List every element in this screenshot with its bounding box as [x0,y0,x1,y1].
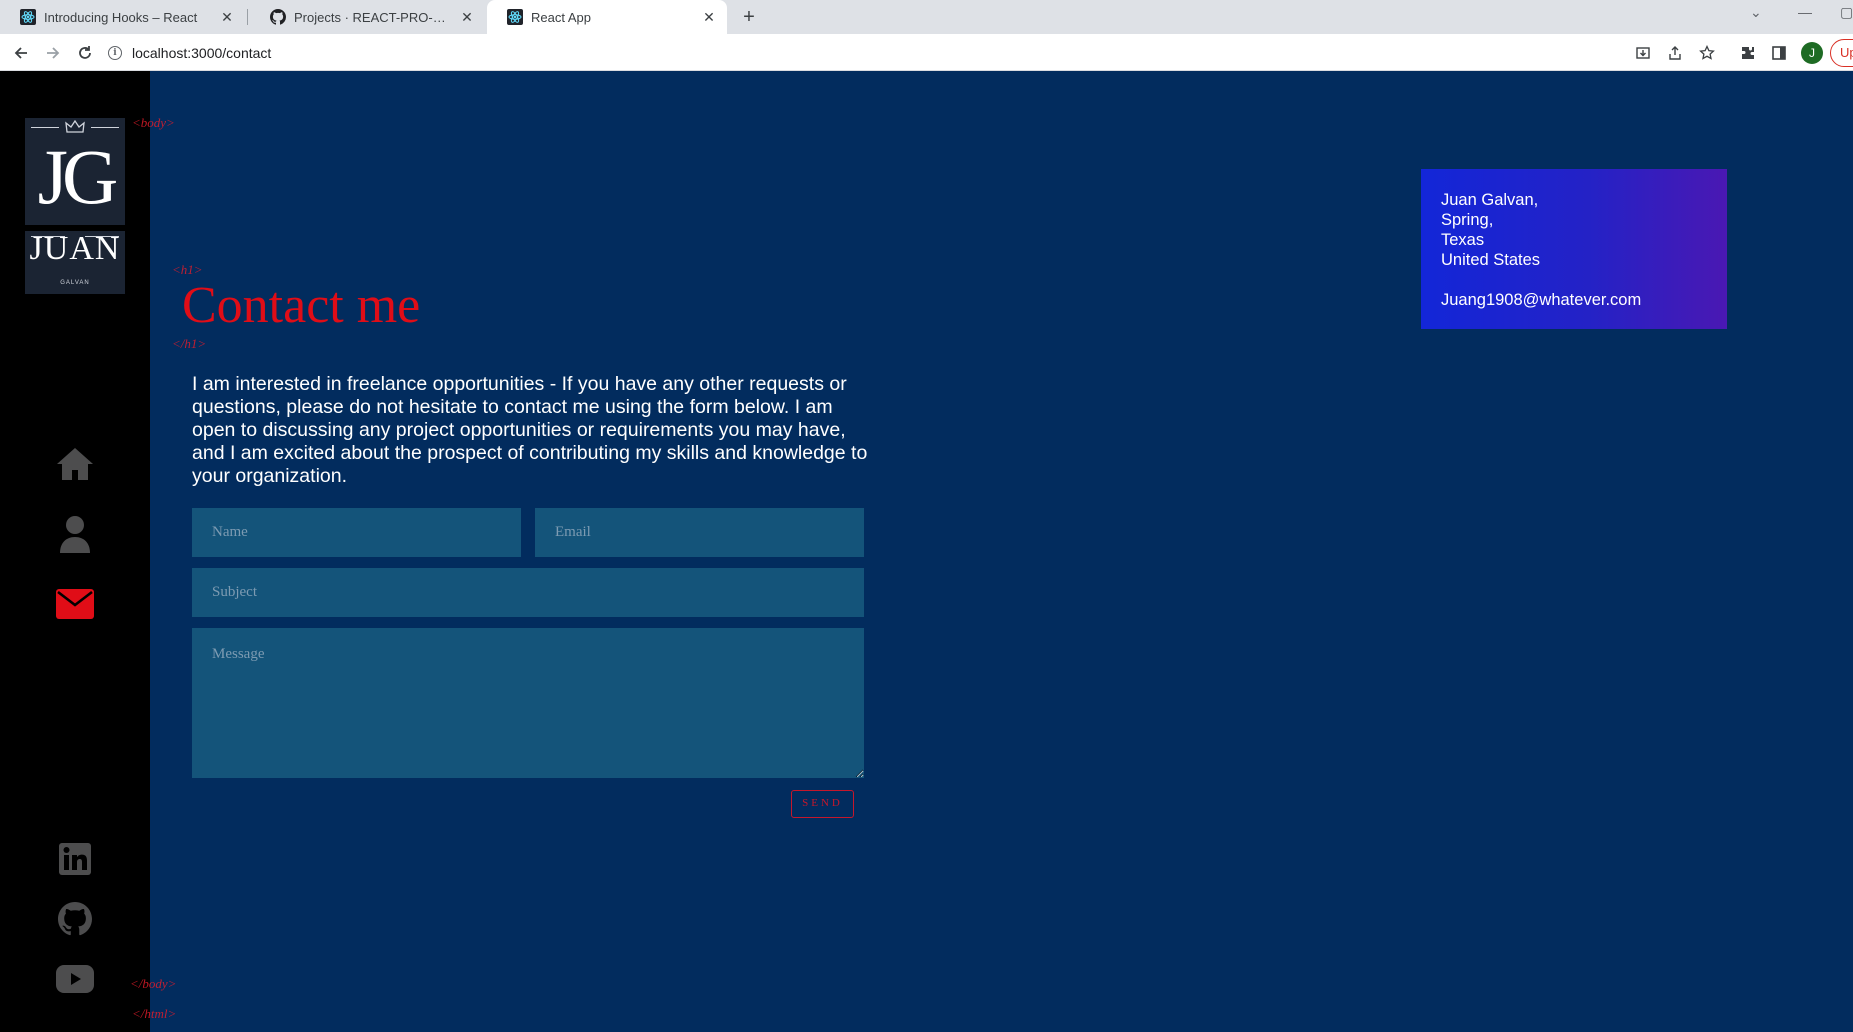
browser-tabstrip: Introducing Hooks – React ✕ Projects · R… [0,0,1853,34]
react-favicon-icon [507,9,523,25]
close-tab-icon[interactable]: ✕ [701,9,717,25]
html-close-tag: </html> [132,1006,177,1021]
logo[interactable]: JG JUAN GALVAN [25,118,125,294]
nav-about[interactable] [54,513,96,555]
logo-rule [31,127,59,128]
bookmark-star-icon[interactable] [1696,42,1718,64]
tab-search-icon[interactable]: ⌄ [1750,4,1762,21]
contact-info-card: Juan Galvan, Spring, Texas United States… [1421,169,1727,329]
nav-linkedin[interactable] [54,838,96,880]
logo-name: JUAN [29,230,121,267]
envelope-icon [56,589,94,619]
close-tab-icon[interactable]: ✕ [459,9,475,25]
home-icon [57,448,93,480]
user-icon [60,516,90,553]
address-line: Spring, [1441,211,1494,229]
nav-youtube[interactable] [54,958,96,1000]
nav-github[interactable] [54,898,96,940]
sidebar: JG JUAN GALVAN [0,71,150,1032]
tab-projects-github[interactable]: Projects · REACT-PRO-PORTFOLIO ✕ [250,0,485,34]
address-line: United States [1441,251,1541,269]
logo-rule [91,127,119,128]
logo-monogram: JG [37,133,119,220]
maximize-icon[interactable]: ▢ [1840,4,1853,21]
side-panel-icon[interactable] [1768,42,1790,64]
subject-field[interactable] [192,568,864,617]
tab-separator [247,9,248,25]
extensions-puzzle-icon[interactable] [1737,42,1759,64]
new-tab-button[interactable]: + [737,5,761,29]
share-icon[interactable] [1664,42,1686,64]
github-icon [58,902,92,936]
body-open-tag: <body> [132,115,175,130]
contact-email[interactable]: Juang1908@whatever.com [1441,290,1707,310]
message-field[interactable] [192,628,864,778]
linkedin-icon [59,843,91,875]
install-app-icon[interactable] [1632,42,1654,64]
forward-button[interactable] [41,41,65,65]
name-field[interactable] [192,508,521,557]
tab-introducing-hooks[interactable]: Introducing Hooks – React ✕ [0,0,245,34]
nav-home[interactable] [54,443,96,485]
close-tab-icon[interactable]: ✕ [219,9,235,25]
profile-avatar[interactable]: J [1801,42,1823,64]
send-button[interactable]: SEND [791,790,854,818]
intro-text: I am interested in freelance opportuniti… [192,373,868,487]
address-bar[interactable]: i localhost:3000/contact [108,38,271,67]
body-close-tag: </body> [130,976,177,991]
github-favicon-icon [270,9,286,25]
react-favicon-icon [20,9,36,25]
browser-toolbar: i localhost:3000/contact [0,34,1853,71]
url-text: localhost:3000/contact [132,44,272,61]
nav-contact[interactable] [54,583,96,625]
tab-title: Introducing Hooks – React [44,9,198,25]
tab-title: React App [531,9,591,25]
minimize-icon[interactable]: — [1798,4,1812,20]
arrow-right-icon [47,47,60,59]
logo-surname: GALVAN [60,280,90,286]
tab-title: Projects · REACT-PRO-PORTFOLIO [294,9,453,25]
arrow-left-icon [14,47,27,59]
address-line: Juan Galvan, [1441,191,1539,209]
reload-icon [79,46,91,59]
logo-divider [25,225,125,231]
page-title: Contact me [182,277,421,334]
youtube-icon [56,965,94,993]
email-field[interactable] [535,508,864,557]
update-button[interactable]: Up [1830,39,1853,67]
address-line: Texas [1441,231,1485,249]
back-button[interactable] [9,41,33,65]
reload-button[interactable] [73,41,97,65]
tab-react-app[interactable]: React App ✕ [487,0,727,34]
h1-close-tag: </h1> [172,336,207,351]
site-info-icon[interactable]: i [108,45,122,60]
